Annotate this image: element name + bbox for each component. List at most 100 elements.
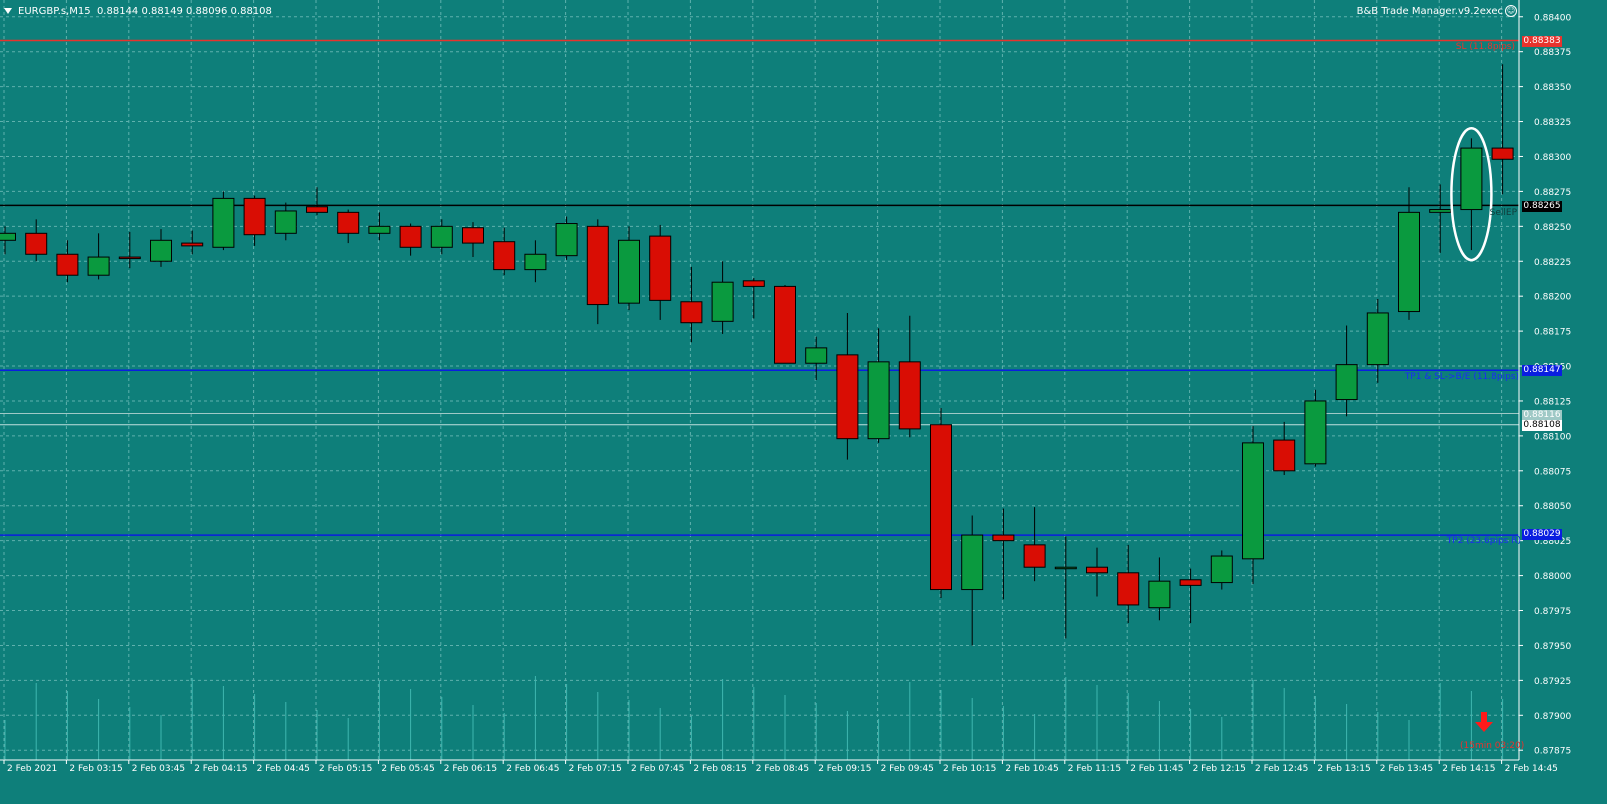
price-tick-label: 0.87950 xyxy=(1534,642,1571,652)
bear-candle xyxy=(680,301,703,324)
time-tick-label: 2 Feb 10:45 xyxy=(1005,764,1058,774)
bull-candle xyxy=(711,281,734,322)
bull-candle xyxy=(1366,312,1389,366)
bear-candle xyxy=(337,211,360,234)
bear-candle xyxy=(306,206,328,213)
time-tick-label: 2 Feb 10:15 xyxy=(943,764,996,774)
time-tick-label: 2 Feb 07:15 xyxy=(569,764,622,774)
bull-candle xyxy=(1460,147,1483,211)
price-tick-label: 0.88400 xyxy=(1534,13,1571,23)
bull-candle xyxy=(1054,566,1077,570)
sl-price-tag: 0.88383 xyxy=(1522,36,1562,47)
bull-candle xyxy=(0,232,16,241)
bear-candle xyxy=(774,285,796,364)
time-tick-label: 2 Feb 04:45 xyxy=(257,764,310,774)
price-tick-label: 0.88000 xyxy=(1534,572,1571,582)
chart-header: EURGBP.s,M15 0.88144 0.88149 0.88096 0.8… xyxy=(4,3,272,19)
sell-arrow-icon xyxy=(1473,710,1495,734)
bear-candle xyxy=(25,232,48,255)
time-tick-label: 2 Feb 09:45 xyxy=(881,764,934,774)
bear-candle xyxy=(243,197,266,236)
time-tick-label: 2 Feb 13:45 xyxy=(1380,764,1433,774)
bull-candle xyxy=(524,253,547,271)
time-tick-label: 2 Feb 13:15 xyxy=(1317,764,1370,774)
time-tick-label: 2 Feb 2021 xyxy=(7,764,57,774)
bear-candle xyxy=(493,241,516,271)
time-tick-label: 2 Feb 03:45 xyxy=(132,764,185,774)
time-tick-label: 2 Feb 11:15 xyxy=(1068,764,1121,774)
bull-candle xyxy=(1429,209,1452,213)
bear-candle xyxy=(898,361,921,430)
bear-candle xyxy=(399,225,422,248)
time-tick-label: 2 Feb 04:15 xyxy=(194,764,247,774)
time-tick-label: 2 Feb 14:15 xyxy=(1442,764,1495,774)
tp2-price-tag: 0.88029 xyxy=(1522,529,1562,540)
bear-candle xyxy=(1086,566,1108,574)
bear-candle xyxy=(1491,147,1514,160)
expert-advisor-header[interactable]: B&B Trade Manager.v9.2exec ☺ xyxy=(1357,5,1517,17)
time-tick-label: 2 Feb 14:45 xyxy=(1505,764,1558,774)
time-tick-label: 2 Feb 06:15 xyxy=(444,764,497,774)
bull-candle xyxy=(618,239,640,304)
price-tick-label: 0.88275 xyxy=(1534,188,1571,198)
bull-candle xyxy=(1242,442,1264,560)
price-chart[interactable]: 0.88400 0.88375 0.88350 0.88325 0.88300 0.882… xyxy=(0,0,1607,800)
time-tick-label: 2 Feb 12:45 xyxy=(1255,764,1308,774)
bear-candle xyxy=(118,256,141,260)
time-tick-label: 2 Feb 12:15 xyxy=(1193,764,1246,774)
bull-candle xyxy=(212,197,235,248)
bull-candle xyxy=(867,361,890,440)
bull-candle xyxy=(1148,580,1171,609)
bull-candle xyxy=(150,239,172,262)
signal-timer-label: (15min 03:20) xyxy=(1460,741,1525,751)
price-tick-label: 0.88300 xyxy=(1534,153,1571,163)
bear-candle xyxy=(992,534,1015,542)
bull-candle xyxy=(961,534,984,591)
bear-candle xyxy=(181,242,204,247)
bull-candle xyxy=(1304,400,1327,465)
time-tick-label: 2 Feb 11:45 xyxy=(1130,764,1183,774)
bear-candle xyxy=(1179,579,1202,586)
tp2-line-label: TP2 (23.6pips R) xyxy=(1446,536,1521,546)
bear-candle xyxy=(56,253,79,276)
price-tick-label: 0.88350 xyxy=(1534,83,1571,93)
entry-price-tag: 0.88265 xyxy=(1522,201,1562,212)
price-tick-label: 0.88325 xyxy=(1534,118,1571,128)
bull-candle xyxy=(274,210,297,234)
price-tick-label: 0.88200 xyxy=(1534,293,1571,303)
price-tick-label: 0.88050 xyxy=(1534,502,1571,512)
expert-name: B&B Trade Manager.v9.2exec xyxy=(1356,5,1503,17)
time-tick-label: 2 Feb 09:15 xyxy=(818,764,871,774)
bear-candle xyxy=(462,227,484,244)
price-tick-label: 0.88250 xyxy=(1534,223,1571,233)
triangle-down-icon[interactable] xyxy=(4,8,12,14)
time-tick-label: 2 Feb 05:45 xyxy=(381,764,434,774)
bull-candle xyxy=(1398,211,1420,313)
price-tick-label: 0.88175 xyxy=(1534,328,1571,338)
smiley-icon: ☺ xyxy=(1505,5,1517,17)
tp1-price-tag: 0.88147 xyxy=(1522,365,1562,376)
price-tick-label: 0.88375 xyxy=(1534,48,1571,58)
time-tick-label: 2 Feb 03:15 xyxy=(69,764,122,774)
bull-candle xyxy=(1210,555,1233,584)
bear-candle xyxy=(586,225,609,306)
bear-candle xyxy=(930,424,952,591)
bull-candle xyxy=(555,223,578,257)
bear-candle xyxy=(1023,544,1046,568)
bear-candle xyxy=(742,280,765,287)
price-tick-label: 0.88125 xyxy=(1534,397,1571,407)
bull-candle xyxy=(805,347,828,364)
price-tick-label: 0.88075 xyxy=(1534,467,1571,477)
price-tick-label: 0.87975 xyxy=(1534,607,1571,617)
price-tick-label: 0.87900 xyxy=(1534,712,1571,722)
time-tick-label: 2 Feb 08:45 xyxy=(756,764,809,774)
time-axis[interactable]: 2 Feb 2021 2 Feb 03:15 2 Feb 03:45 2 Feb 04… xyxy=(0,759,1607,800)
price-tick-label: 0.87875 xyxy=(1534,747,1571,757)
bull-candle xyxy=(87,256,110,276)
bear-candle xyxy=(649,235,672,301)
price-tick-label: 0.88100 xyxy=(1534,432,1571,442)
bull-candle xyxy=(430,225,453,248)
bear-candle xyxy=(1273,439,1296,472)
time-tick-label: 2 Feb 06:45 xyxy=(506,764,559,774)
trading-chart-window[interactable]: 0.88400 0.88375 0.88350 0.88325 0.88300 0.882… xyxy=(0,0,1607,800)
